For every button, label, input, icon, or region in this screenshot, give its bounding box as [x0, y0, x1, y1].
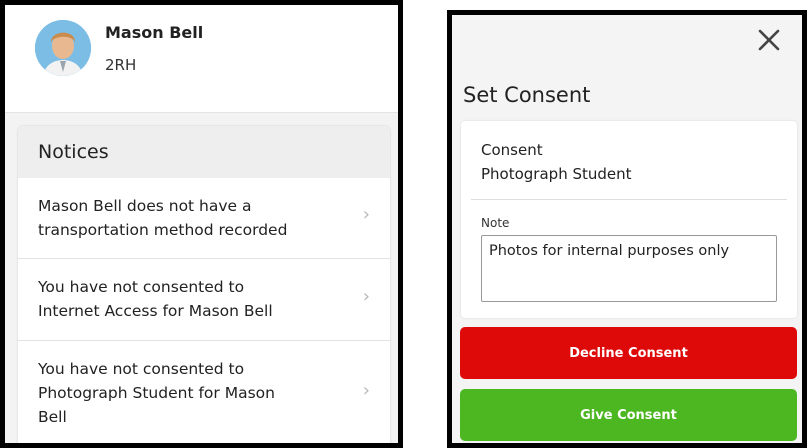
- chevron-right-icon: ›: [362, 204, 370, 225]
- consent-value: Photograph Student: [481, 165, 632, 183]
- student-class: 2RH: [105, 56, 137, 74]
- notice-text-line: You have not consented to: [38, 278, 245, 296]
- divider: [471, 199, 787, 200]
- notice-text: You have not consented to Photograph Stu…: [38, 357, 328, 429]
- student-header: Mason Bell 2RH: [5, 5, 398, 113]
- decline-consent-button[interactable]: Decline Consent: [460, 327, 797, 379]
- notices-header: Notices: [18, 126, 390, 178]
- student-avatar: [35, 20, 91, 76]
- consent-card: Consent Photograph Student Note Photos f…: [461, 121, 797, 318]
- give-consent-button[interactable]: Give Consent: [460, 389, 797, 441]
- notice-text-line: You have not consented to: [38, 360, 245, 378]
- notice-text-line: transportation method recorded: [38, 221, 288, 239]
- notice-item[interactable]: You have not consented to Photograph Stu…: [18, 341, 390, 443]
- notice-text: You have not consented to Internet Acces…: [38, 275, 328, 323]
- student-notices-screen: Mason Bell 2RH Notices Mason Bell does n…: [0, 0, 403, 448]
- notice-item[interactable]: Mason Bell does not have a transportatio…: [18, 178, 390, 259]
- set-consent-modal: Set Consent Consent Photograph Student N…: [447, 10, 807, 448]
- note-label: Note: [481, 216, 510, 230]
- notice-text-line: Mason Bell does not have a: [38, 197, 252, 215]
- chevron-right-icon: ›: [362, 380, 370, 401]
- notices-card: Notices Mason Bell does not have a trans…: [18, 126, 390, 443]
- student-name: Mason Bell: [105, 23, 204, 42]
- notice-text: Mason Bell does not have a transportatio…: [38, 194, 328, 242]
- consent-label: Consent: [481, 141, 543, 159]
- notice-text-line: Bell: [38, 408, 67, 426]
- modal-title: Set Consent: [463, 83, 591, 107]
- notice-text-line: Internet Access for Mason Bell: [38, 302, 273, 320]
- close-icon[interactable]: [754, 25, 784, 55]
- notice-item[interactable]: You have not consented to Internet Acces…: [18, 259, 390, 341]
- notice-text-line: Photograph Student for Mason: [38, 384, 275, 402]
- notices-title: Notices: [38, 141, 109, 163]
- note-textarea[interactable]: Photos for internal purposes only: [481, 235, 777, 302]
- chevron-right-icon: ›: [362, 286, 370, 307]
